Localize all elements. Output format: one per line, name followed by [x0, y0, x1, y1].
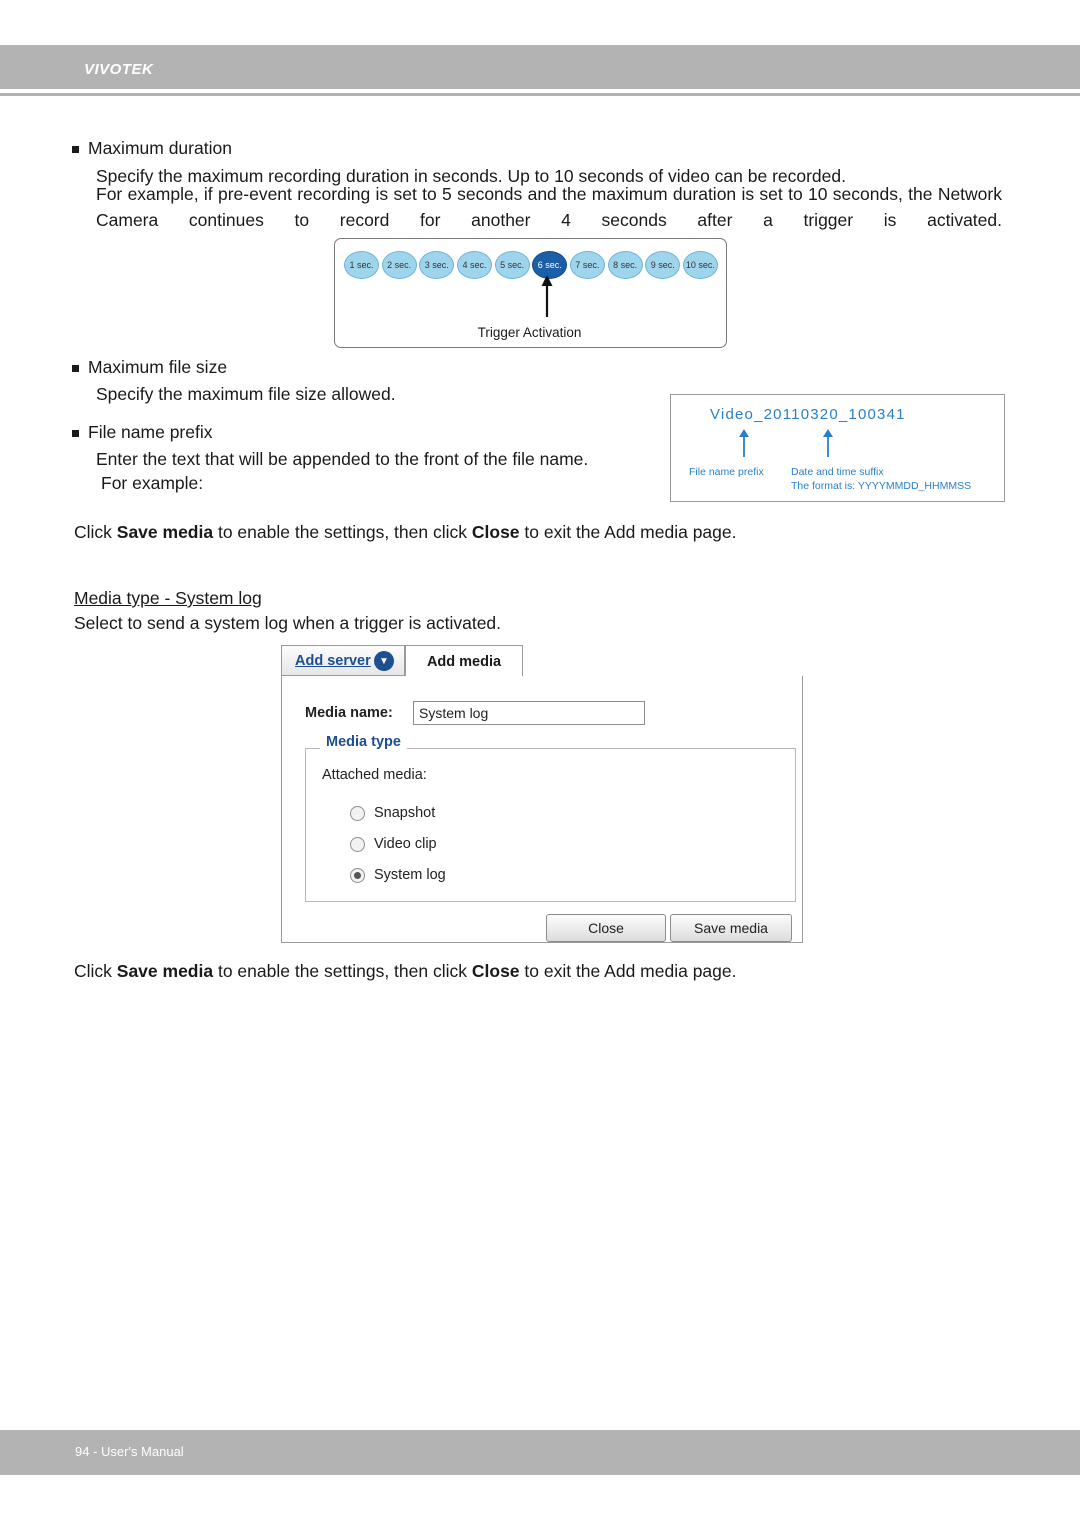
bullet-maximum-duration-label: Maximum duration: [88, 138, 232, 158]
save-media-button[interactable]: Save media: [670, 914, 792, 942]
radio-snapshot-label: Snapshot: [374, 805, 436, 821]
tab-add-server-label: Add server: [295, 652, 371, 669]
tab-add-media-label: Add media: [426, 653, 502, 670]
date-time-suffix-caption: Date and time suffix: [791, 466, 884, 478]
tab-add-media[interactable]: Add media: [405, 645, 523, 678]
save-media-instruction-2: Click Save media to enable the settings,…: [74, 958, 974, 984]
timeline-second-10: 10 sec.: [682, 251, 718, 279]
radio-snapshot-icon[interactable]: [350, 805, 365, 821]
maximum-file-size-description: Specify the maximum file size allowed.: [96, 384, 396, 404]
bullet-maximum-file-size: Maximum file size: [72, 356, 227, 379]
radio-system-log-label: System log: [374, 867, 446, 883]
trigger-activation-arrow-icon: [541, 275, 553, 317]
save-media-instruction-2-post: to exit the Add media page.: [519, 961, 737, 981]
trigger-activation-label: Trigger Activation: [477, 325, 582, 340]
bullet-file-name-prefix: File name prefix: [72, 421, 213, 444]
radio-video-clip-label: Video clip: [374, 836, 437, 852]
timeline-second-9: 9 sec.: [645, 251, 681, 279]
file-name-prefix-caption: File name prefix: [689, 466, 764, 478]
radio-video-clip-icon[interactable]: [350, 836, 365, 852]
file-name-prefix-description: Enter the text that will be appended to …: [96, 449, 589, 469]
save-media-instruction-1-mid: to enable the settings, then click: [213, 522, 472, 542]
save-media-instruction-1: Click Save media to enable the settings,…: [74, 519, 974, 545]
square-bullet-icon: [72, 365, 79, 372]
timeline-seconds-row: 1 sec. 2 sec. 3 sec. 4 sec. 5 sec. 6 sec…: [344, 251, 718, 279]
save-media-instruction-2-pre: Click: [74, 961, 117, 981]
dialog-tabs: Add server ▼ Add media: [281, 645, 801, 678]
timeline-second-1: 1 sec.: [344, 251, 379, 279]
media-type-legend: Media type: [320, 734, 407, 750]
media-name-input[interactable]: [413, 701, 645, 725]
radio-option-system-log[interactable]: System log: [350, 867, 446, 883]
radio-option-video-clip[interactable]: Video clip: [350, 836, 437, 852]
file-name-prefix-arrow-icon: [739, 429, 749, 457]
radio-system-log-icon[interactable]: [350, 867, 365, 883]
tab-add-server[interactable]: Add server ▼: [281, 645, 405, 676]
footer-page-label: 94 - User's Manual: [75, 1444, 184, 1459]
maximum-duration-description-line2: For example, if pre-event recording is s…: [96, 184, 1002, 230]
save-media-instruction-1-save: Save media: [116, 522, 214, 542]
timeline-second-3: 3 sec.: [419, 251, 455, 279]
chevron-down-icon: ▼: [374, 651, 394, 671]
file-name-prefix-example-label: For example:: [101, 473, 204, 493]
bullet-maximum-file-size-label: Maximum file size: [88, 357, 228, 377]
attached-media-label: Attached media:: [322, 767, 427, 783]
media-name-label: Media name:: [305, 705, 393, 721]
square-bullet-icon: [72, 430, 79, 437]
timeline-second-7: 7 sec.: [569, 251, 605, 279]
date-time-suffix-arrow-icon: [823, 429, 833, 457]
square-bullet-icon: [72, 146, 79, 153]
timeline-second-2: 2 sec.: [381, 251, 417, 279]
save-media-instruction-2-save: Save media: [116, 961, 214, 981]
save-media-instruction-2-close: Close: [471, 961, 520, 981]
brand-logo: VIVOTEK: [84, 61, 154, 78]
file-name-example-value: Video_20110320_100341: [710, 406, 906, 423]
date-time-format-caption: The format is: YYYYMMDD_HHMMSS: [791, 480, 972, 492]
radio-option-snapshot[interactable]: Snapshot: [350, 805, 435, 821]
media-type-system-log-description: Select to send a system log when a trigg…: [74, 613, 502, 633]
save-media-instruction-1-pre: Click: [74, 522, 117, 542]
save-media-instruction-1-post: to exit the Add media page.: [519, 522, 737, 542]
timeline-second-4: 4 sec.: [456, 251, 492, 279]
timeline-second-5: 5 sec.: [494, 251, 530, 279]
header-divider: [0, 93, 1080, 96]
save-media-instruction-1-close: Close: [471, 522, 520, 542]
page-header-bar: [0, 45, 1080, 89]
bullet-file-name-prefix-label: File name prefix: [88, 422, 213, 442]
close-button[interactable]: Close: [546, 914, 666, 942]
media-type-system-log-heading: Media type - System log: [74, 588, 262, 608]
bullet-maximum-duration: Maximum duration: [72, 137, 232, 160]
timeline-second-8: 8 sec.: [607, 251, 643, 279]
save-media-instruction-2-mid: to enable the settings, then click: [213, 961, 472, 981]
